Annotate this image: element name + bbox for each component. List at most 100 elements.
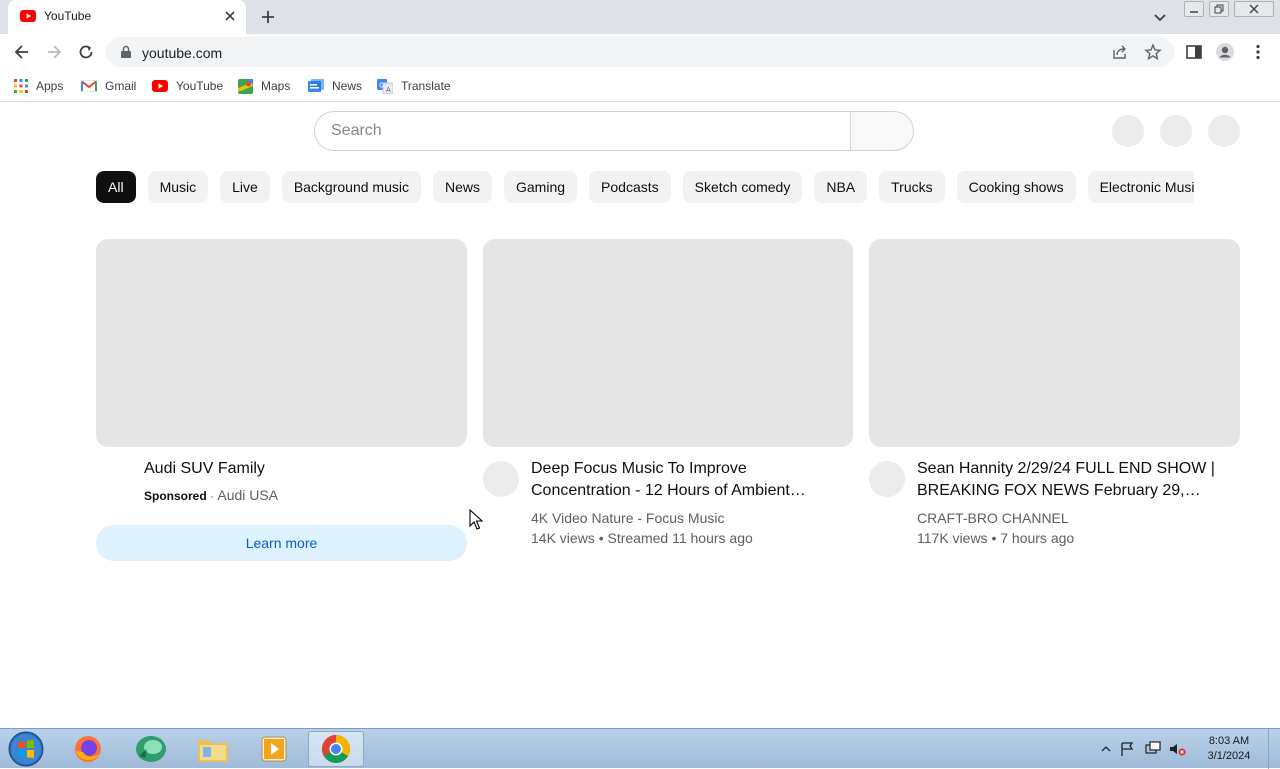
new-tab-icon[interactable]: [258, 7, 278, 27]
learn-more-button[interactable]: Learn more: [96, 525, 467, 561]
bookmark-maps[interactable]: Maps: [238, 77, 290, 95]
chip-podcasts[interactable]: Podcasts: [589, 171, 671, 203]
clock-date: 3/1/2024: [1207, 750, 1251, 762]
sponsored-badge: Sponsored: [144, 489, 207, 503]
news-icon: [308, 79, 324, 93]
url-text: youtube.com: [142, 45, 223, 61]
lock-icon[interactable]: [120, 45, 132, 59]
bookmark-label: Gmail: [105, 79, 137, 93]
bookmark-news[interactable]: News: [308, 77, 362, 95]
browser-toolbar: youtube.com: [0, 34, 1280, 70]
video-title[interactable]: Sean Hannity 2/29/24 FULL END SHOW | BRE…: [917, 458, 1217, 502]
ad-card: Audi SUV Family Sponsored · Audi USA Lea…: [96, 239, 467, 561]
chip-cooking-shows[interactable]: Cooking shows: [956, 171, 1076, 203]
system-tray: [1100, 741, 1190, 757]
mouse-cursor-icon: [469, 509, 483, 531]
share-icon[interactable]: [1112, 44, 1128, 60]
bookmark-label: Maps: [261, 79, 291, 93]
reload-icon[interactable]: [76, 42, 96, 62]
close-window-button[interactable]: [1234, 1, 1274, 17]
show-desktop-button[interactable]: [1268, 729, 1280, 769]
apps-grid-icon: [14, 79, 28, 93]
restore-window-button[interactable]: [1209, 1, 1229, 17]
video-card: Deep Focus Music To Improve Concentratio…: [483, 239, 853, 547]
bookmarks-bar: Apps Gmail YouTube Maps News GA Translat…: [0, 70, 1280, 102]
minimize-window-button[interactable]: [1184, 1, 1204, 17]
channel-name[interactable]: 4K Video Nature - Focus Music: [531, 510, 725, 526]
profile-avatar-icon[interactable]: [1215, 42, 1235, 62]
bookmark-apps[interactable]: Apps: [14, 77, 63, 95]
ad-thumbnail[interactable]: [96, 239, 467, 447]
tab-search-chevron-down-icon[interactable]: [1152, 9, 1168, 25]
video-thumbnail[interactable]: [869, 239, 1240, 447]
bookmark-star-icon[interactable]: [1144, 43, 1162, 61]
bookmark-label: YouTube: [176, 79, 224, 93]
tab-title: YouTube: [44, 9, 92, 23]
ad-title[interactable]: Audi SUV Family: [144, 458, 444, 480]
youtube-favicon-icon: [20, 10, 36, 22]
gmail-icon: [81, 80, 97, 92]
svg-text:G: G: [379, 82, 384, 89]
channel-avatar[interactable]: [483, 461, 519, 497]
bookmark-label: Translate: [401, 79, 451, 93]
media-player-icon: [260, 735, 288, 763]
chrome-menu-kebab-icon[interactable]: [1248, 42, 1268, 62]
video-stats: 14K views • Streamed 11 hours ago: [531, 530, 753, 546]
ad-separator: ·: [210, 489, 215, 503]
youtube-search-box[interactable]: [314, 111, 852, 151]
account-avatar-placeholder[interactable]: [1208, 115, 1240, 147]
chip-background-music[interactable]: Background music: [281, 171, 421, 203]
bookmark-label: Apps: [36, 79, 64, 93]
address-bar[interactable]: youtube.com: [106, 37, 1174, 67]
side-panel-icon[interactable]: [1184, 42, 1204, 62]
tab-close-icon[interactable]: [224, 10, 236, 22]
bookmark-label: News: [332, 79, 363, 93]
tab-strip: YouTube: [0, 0, 1280, 34]
chrome-icon: [321, 734, 351, 764]
start-button[interactable]: [6, 731, 46, 767]
forward-arrow-icon[interactable]: [44, 42, 64, 62]
video-title[interactable]: Deep Focus Music To Improve Concentratio…: [531, 458, 821, 502]
channel-avatar[interactable]: [869, 461, 905, 497]
video-thumbnail[interactable]: [483, 239, 853, 447]
folder-icon: [197, 735, 229, 763]
video-card: Sean Hannity 2/29/24 FULL END SHOW | BRE…: [869, 239, 1240, 547]
notifications-button-placeholder[interactable]: [1160, 115, 1192, 147]
chip-electronic-music[interactable]: Electronic Music: [1087, 171, 1194, 203]
translate-icon: GA: [377, 78, 393, 94]
taskbar-chrome[interactable]: [308, 731, 364, 767]
bookmark-youtube[interactable]: YouTube: [152, 77, 223, 95]
svg-text:A: A: [386, 87, 391, 94]
ad-sponsor-line: Sponsored · Audi USA: [144, 487, 278, 503]
maps-icon: [238, 78, 253, 94]
windows-taskbar: 8:03 AM 3/1/2024: [0, 728, 1280, 769]
taskbar-clock[interactable]: 8:03 AM 3/1/2024: [1196, 734, 1262, 764]
tab-youtube[interactable]: YouTube: [8, 0, 246, 34]
clock-time: 8:03 AM: [1208, 735, 1250, 747]
taskbar-firefox[interactable]: [60, 731, 116, 767]
bookmark-translate[interactable]: GA Translate: [377, 77, 451, 95]
search-button[interactable]: [850, 111, 914, 151]
chip-music[interactable]: Music: [147, 171, 209, 203]
firefox-icon: [73, 734, 103, 764]
chip-trucks[interactable]: Trucks: [879, 171, 945, 203]
chip-all[interactable]: All: [96, 171, 136, 203]
channel-name[interactable]: CRAFT-BRO CHANNEL: [917, 510, 1069, 526]
search-input[interactable]: [315, 112, 852, 150]
green-app-icon: [135, 734, 167, 764]
taskbar-app-green[interactable]: [123, 731, 179, 767]
back-arrow-icon[interactable]: [12, 42, 32, 62]
youtube-icon: [152, 80, 168, 92]
chip-nba[interactable]: NBA: [814, 171, 868, 203]
create-button-placeholder[interactable]: [1112, 115, 1144, 147]
taskbar-media-player[interactable]: [246, 731, 302, 767]
advertiser-name: Audi USA: [217, 487, 279, 503]
chip-sketch-comedy[interactable]: Sketch comedy: [682, 171, 803, 203]
chip-gaming[interactable]: Gaming: [504, 171, 578, 203]
chip-news[interactable]: News: [432, 171, 492, 203]
video-stats: 117K views • 7 hours ago: [917, 530, 1075, 546]
filter-chips-bar: All Music Live Background music News Gaming Po…: [96, 171, 1194, 203]
taskbar-file-explorer[interactable]: [185, 731, 241, 767]
bookmark-gmail[interactable]: Gmail: [81, 77, 136, 95]
chip-live[interactable]: Live: [220, 171, 270, 203]
